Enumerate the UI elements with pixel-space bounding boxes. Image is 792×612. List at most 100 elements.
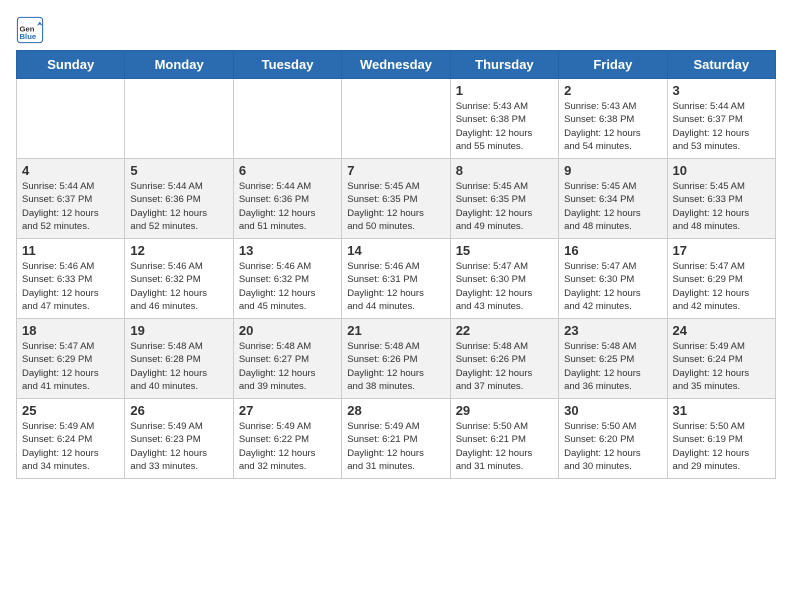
calendar-table: SundayMondayTuesdayWednesdayThursdayFrid…	[16, 50, 776, 479]
day-number: 1	[456, 83, 553, 98]
day-info: Sunrise: 5:44 AMSunset: 6:36 PMDaylight:…	[239, 180, 336, 233]
day-info: Sunrise: 5:43 AMSunset: 6:38 PMDaylight:…	[456, 100, 553, 153]
day-info: Sunrise: 5:49 AMSunset: 6:22 PMDaylight:…	[239, 420, 336, 473]
day-number: 4	[22, 163, 119, 178]
calendar-cell: 3 Sunrise: 5:44 AMSunset: 6:37 PMDaylight…	[667, 79, 775, 159]
calendar-cell: 15Sunrise: 5:47 AMSunset: 6:30 PMDayligh…	[450, 239, 558, 319]
day-info: Sunrise: 5:50 AMSunset: 6:20 PMDaylight:…	[564, 420, 661, 473]
calendar-cell: 4 Sunrise: 5:44 AMSunset: 6:37 PMDaylight…	[17, 159, 125, 239]
day-info: Sunrise: 5:49 AMSunset: 6:21 PMDaylight:…	[347, 420, 444, 473]
day-number: 18	[22, 323, 119, 338]
day-number: 22	[456, 323, 553, 338]
calendar-cell: 26Sunrise: 5:49 AMSunset: 6:23 PMDayligh…	[125, 399, 233, 479]
calendar-cell	[233, 79, 341, 159]
day-info: Sunrise: 5:49 AMSunset: 6:23 PMDaylight:…	[130, 420, 227, 473]
calendar-cell	[17, 79, 125, 159]
day-number: 30	[564, 403, 661, 418]
calendar-cell: 24 Sunrise: 5:49 AMSunset: 6:24 PMDayligh…	[667, 319, 775, 399]
day-of-week-header: Wednesday	[342, 51, 450, 79]
day-of-week-header: Monday	[125, 51, 233, 79]
day-number: 2	[564, 83, 661, 98]
day-number: 16	[564, 243, 661, 258]
day-number: 3	[673, 83, 770, 98]
day-info: Sunrise: 5:45 AMSunset: 6:33 PMDaylight:…	[673, 180, 770, 233]
calendar-cell: 13 Sunrise: 5:46 AMSunset: 6:32 PMDayligh…	[233, 239, 341, 319]
day-info: Sunrise: 5:44 AMSunset: 6:37 PMDaylight:…	[22, 180, 119, 233]
day-number: 12	[130, 243, 227, 258]
calendar-cell: 20Sunrise: 5:48 AMSunset: 6:27 PMDayligh…	[233, 319, 341, 399]
calendar-cell: 27 Sunrise: 5:49 AMSunset: 6:22 PMDayligh…	[233, 399, 341, 479]
calendar-cell: 23 Sunrise: 5:48 AMSunset: 6:25 PMDayligh…	[559, 319, 667, 399]
day-info: Sunrise: 5:46 AMSunset: 6:31 PMDaylight:…	[347, 260, 444, 313]
calendar-cell: 8 Sunrise: 5:45 AMSunset: 6:35 PMDaylight…	[450, 159, 558, 239]
calendar-cell: 29 Sunrise: 5:50 AMSunset: 6:21 PMDayligh…	[450, 399, 558, 479]
day-info: Sunrise: 5:46 AMSunset: 6:32 PMDaylight:…	[239, 260, 336, 313]
svg-text:Blue: Blue	[20, 32, 37, 41]
day-info: Sunrise: 5:43 AMSunset: 6:38 PMDaylight:…	[564, 100, 661, 153]
day-number: 8	[456, 163, 553, 178]
day-number: 7	[347, 163, 444, 178]
day-number: 24	[673, 323, 770, 338]
day-info: Sunrise: 5:45 AMSunset: 6:35 PMDaylight:…	[456, 180, 553, 233]
calendar-cell: 28 Sunrise: 5:49 AMSunset: 6:21 PMDayligh…	[342, 399, 450, 479]
calendar-cell: 25 Sunrise: 5:49 AMSunset: 6:24 PMDayligh…	[17, 399, 125, 479]
day-number: 19	[130, 323, 227, 338]
day-number: 28	[347, 403, 444, 418]
day-info: Sunrise: 5:47 AMSunset: 6:29 PMDaylight:…	[22, 340, 119, 393]
calendar-cell: 22Sunrise: 5:48 AMSunset: 6:26 PMDayligh…	[450, 319, 558, 399]
day-of-week-header: Sunday	[17, 51, 125, 79]
day-info: Sunrise: 5:50 AMSunset: 6:19 PMDaylight:…	[673, 420, 770, 473]
calendar-cell: 1 Sunrise: 5:43 AMSunset: 6:38 PMDaylight…	[450, 79, 558, 159]
day-of-week-header: Thursday	[450, 51, 558, 79]
calendar-cell	[342, 79, 450, 159]
day-info: Sunrise: 5:46 AMSunset: 6:33 PMDaylight:…	[22, 260, 119, 313]
calendar-cell	[125, 79, 233, 159]
calendar-cell: 10 Sunrise: 5:45 AMSunset: 6:33 PMDayligh…	[667, 159, 775, 239]
day-number: 14	[347, 243, 444, 258]
day-info: Sunrise: 5:48 AMSunset: 6:25 PMDaylight:…	[564, 340, 661, 393]
day-info: Sunrise: 5:45 AMSunset: 6:35 PMDaylight:…	[347, 180, 444, 233]
day-number: 27	[239, 403, 336, 418]
calendar-cell: 2 Sunrise: 5:43 AMSunset: 6:38 PMDaylight…	[559, 79, 667, 159]
logo-icon: Gen Blue	[16, 16, 44, 44]
calendar-cell: 21 Sunrise: 5:48 AMSunset: 6:26 PMDayligh…	[342, 319, 450, 399]
day-info: Sunrise: 5:50 AMSunset: 6:21 PMDaylight:…	[456, 420, 553, 473]
calendar-cell: 30 Sunrise: 5:50 AMSunset: 6:20 PMDayligh…	[559, 399, 667, 479]
day-number: 5	[130, 163, 227, 178]
day-info: Sunrise: 5:48 AMSunset: 6:27 PMDaylight:…	[239, 340, 336, 393]
day-info: Sunrise: 5:45 AMSunset: 6:34 PMDaylight:…	[564, 180, 661, 233]
day-info: Sunrise: 5:49 AMSunset: 6:24 PMDaylight:…	[22, 420, 119, 473]
day-number: 23	[564, 323, 661, 338]
calendar-cell: 6 Sunrise: 5:44 AMSunset: 6:36 PMDaylight…	[233, 159, 341, 239]
day-info: Sunrise: 5:48 AMSunset: 6:26 PMDaylight:…	[347, 340, 444, 393]
day-number: 17	[673, 243, 770, 258]
day-number: 13	[239, 243, 336, 258]
day-number: 15	[456, 243, 553, 258]
calendar-cell: 16 Sunrise: 5:47 AMSunset: 6:30 PMDayligh…	[559, 239, 667, 319]
day-info: Sunrise: 5:47 AMSunset: 6:29 PMDaylight:…	[673, 260, 770, 313]
day-info: Sunrise: 5:49 AMSunset: 6:24 PMDaylight:…	[673, 340, 770, 393]
day-info: Sunrise: 5:44 AMSunset: 6:37 PMDaylight:…	[673, 100, 770, 153]
header: Gen Blue	[16, 16, 776, 44]
calendar-cell: 19 Sunrise: 5:48 AMSunset: 6:28 PMDayligh…	[125, 319, 233, 399]
day-number: 31	[673, 403, 770, 418]
calendar-cell: 11 Sunrise: 5:46 AMSunset: 6:33 PMDayligh…	[17, 239, 125, 319]
day-number: 25	[22, 403, 119, 418]
day-number: 6	[239, 163, 336, 178]
day-info: Sunrise: 5:44 AMSunset: 6:36 PMDaylight:…	[130, 180, 227, 233]
day-number: 29	[456, 403, 553, 418]
calendar-cell: 14 Sunrise: 5:46 AMSunset: 6:31 PMDayligh…	[342, 239, 450, 319]
calendar-cell: 18 Sunrise: 5:47 AMSunset: 6:29 PMDayligh…	[17, 319, 125, 399]
day-of-week-header: Tuesday	[233, 51, 341, 79]
calendar-cell: 7 Sunrise: 5:45 AMSunset: 6:35 PMDaylight…	[342, 159, 450, 239]
day-info: Sunrise: 5:48 AMSunset: 6:28 PMDaylight:…	[130, 340, 227, 393]
day-info: Sunrise: 5:46 AMSunset: 6:32 PMDaylight:…	[130, 260, 227, 313]
calendar-cell: 9Sunrise: 5:45 AMSunset: 6:34 PMDaylight…	[559, 159, 667, 239]
calendar-cell: 17 Sunrise: 5:47 AMSunset: 6:29 PMDayligh…	[667, 239, 775, 319]
calendar-cell: 31 Sunrise: 5:50 AMSunset: 6:19 PMDayligh…	[667, 399, 775, 479]
calendar-cell: 5 Sunrise: 5:44 AMSunset: 6:36 PMDaylight…	[125, 159, 233, 239]
day-number: 11	[22, 243, 119, 258]
day-number: 21	[347, 323, 444, 338]
day-number: 10	[673, 163, 770, 178]
day-info: Sunrise: 5:47 AMSunset: 6:30 PMDaylight:…	[564, 260, 661, 313]
